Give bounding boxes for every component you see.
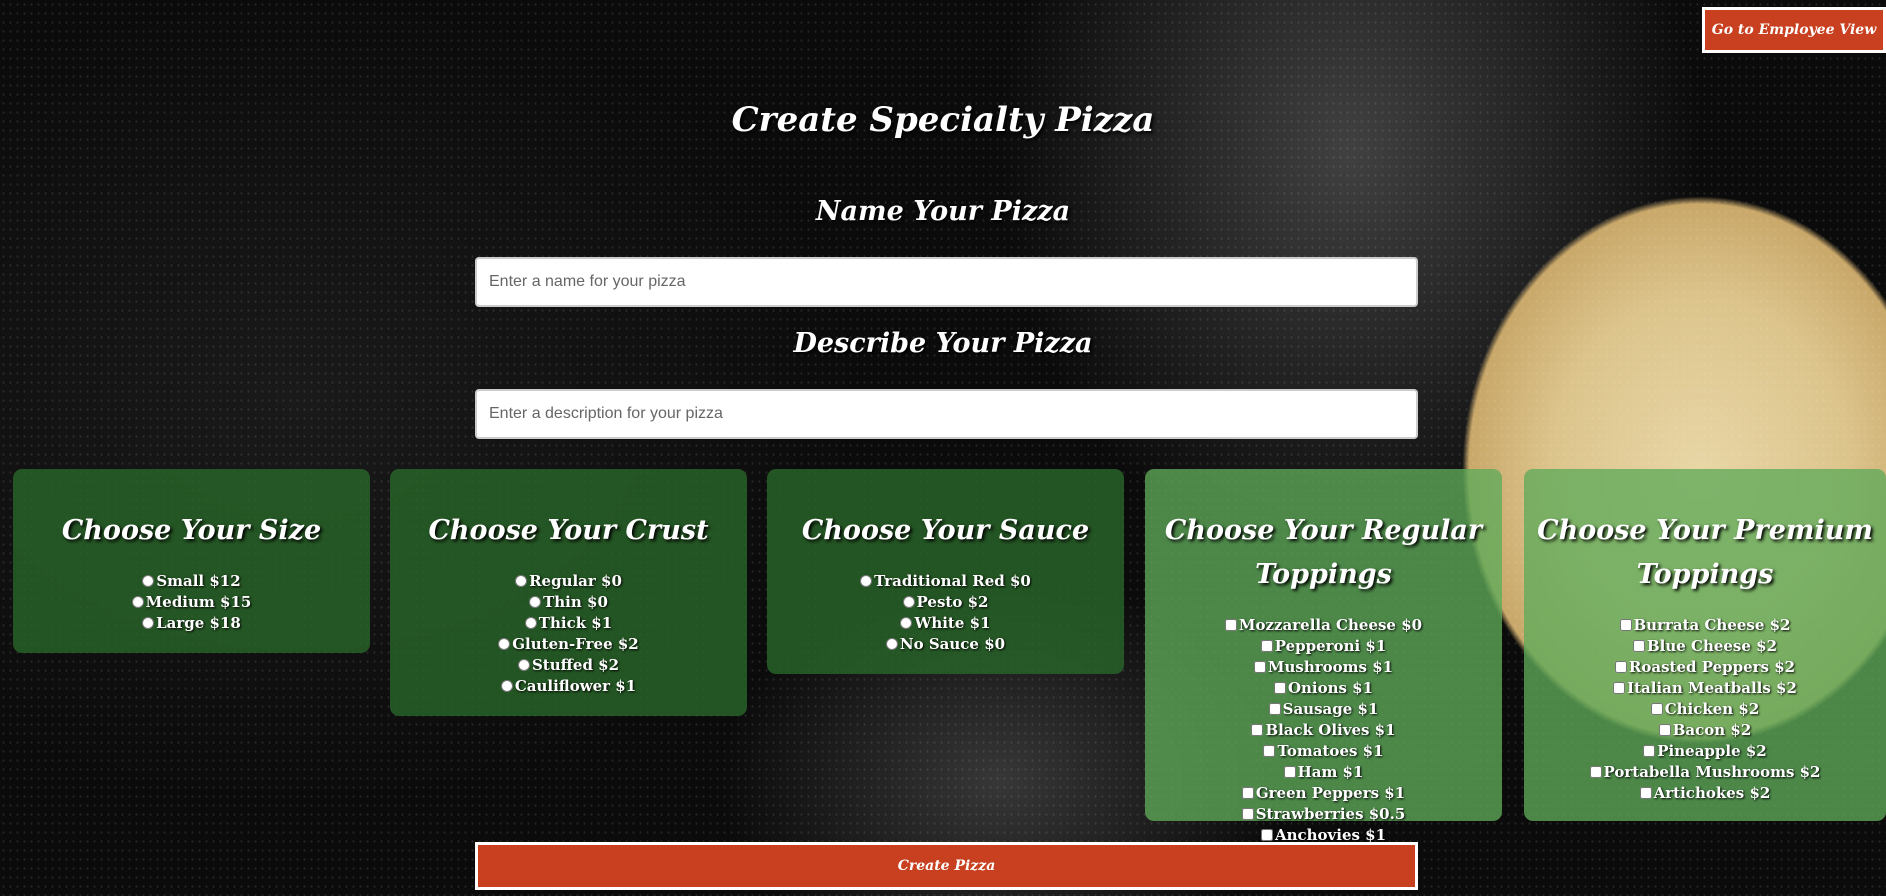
premium-topping-option[interactable]: Italian Meatballs $2 [1534,678,1876,699]
premium-toppings-title: Choose Your Premium Toppings [1537,515,1873,590]
regular-toppings-card: Choose Your Regular Toppings Mozzarella … [1145,469,1502,844]
premium-topping-option[interactable]: Artichokes $2 [1534,783,1876,804]
topping-checkbox[interactable] [1241,787,1254,799]
size-radio[interactable] [142,617,155,629]
size-radio[interactable] [131,596,144,608]
premium-topping-option[interactable]: Pineapple $2 [1534,741,1876,762]
sauce-card: Choose Your Sauce Traditional Red $0 Pes… [767,469,1124,674]
create-pizza-button[interactable]: Create Pizza [475,842,1418,890]
topping-checkbox[interactable] [1650,703,1663,715]
sauce-option[interactable]: Pesto $2 [777,592,1114,613]
size-option[interactable]: Large $18 [23,613,360,634]
topping-checkbox[interactable] [1658,724,1671,736]
topping-checkbox[interactable] [1643,745,1656,757]
crust-title: Choose Your Crust [428,515,709,546]
page-title: Create Specialty Pizza [731,100,1155,140]
premium-topping-option[interactable]: Portabella Mushrooms $2 [1534,762,1876,783]
premium-toppings-card: Choose Your Premium Toppings Burrata Che… [1524,469,1886,821]
sauce-radio[interactable] [900,617,913,629]
crust-option[interactable]: Thin $0 [400,592,737,613]
regular-topping-option[interactable]: Onions $1 [1155,678,1492,699]
regular-topping-option[interactable]: Sausage $1 [1155,699,1492,720]
regular-toppings-title: Choose Your Regular Toppings [1164,515,1483,590]
size-option[interactable]: Medium $15 [23,592,360,613]
crust-radio[interactable] [529,596,542,608]
crust-option[interactable]: Cauliflower $1 [400,676,737,697]
pizza-name-input[interactable] [475,257,1418,307]
topping-checkbox[interactable] [1639,787,1652,799]
size-radio[interactable] [142,575,155,587]
name-label: Name Your Pizza [815,196,1071,227]
crust-card: Choose Your Crust Regular $0 Thin $0 Thi… [390,469,747,716]
topping-checkbox[interactable] [1619,619,1632,631]
topping-checkbox[interactable] [1241,808,1254,820]
topping-checkbox[interactable] [1253,661,1266,673]
regular-topping-option[interactable]: Mushrooms $1 [1155,657,1492,678]
sauce-option[interactable]: White $1 [777,613,1114,634]
sauce-radio[interactable] [860,575,873,587]
topping-checkbox[interactable] [1251,724,1264,736]
topping-checkbox[interactable] [1613,682,1626,694]
premium-topping-option[interactable]: Burrata Cheese $2 [1534,615,1876,636]
sauce-title: Choose Your Sauce [801,515,1090,546]
topping-checkbox[interactable] [1260,829,1273,841]
regular-topping-option[interactable]: Tomatoes $1 [1155,741,1492,762]
sauce-radio[interactable] [902,596,915,608]
crust-radio[interactable] [517,659,530,671]
topping-checkbox[interactable] [1224,619,1237,631]
crust-radio[interactable] [500,680,513,692]
employee-view-button[interactable]: Go to Employee View [1702,7,1886,53]
topping-checkbox[interactable] [1273,682,1286,694]
regular-topping-option[interactable]: Green Peppers $1 [1155,783,1492,804]
topping-checkbox[interactable] [1589,766,1602,778]
size-card: Choose Your Size Small $12 Medium $15 La… [13,469,370,653]
sauce-option[interactable]: No Sauce $0 [777,634,1114,655]
topping-checkbox[interactable] [1260,640,1273,652]
crust-option[interactable]: Thick $1 [400,613,737,634]
topping-checkbox[interactable] [1268,703,1281,715]
crust-radio[interactable] [524,617,537,629]
pizza-description-input[interactable] [475,389,1418,439]
regular-topping-option[interactable]: Black Olives $1 [1155,720,1492,741]
sauce-option[interactable]: Traditional Red $0 [777,571,1114,592]
regular-topping-option[interactable]: Ham $1 [1155,762,1492,783]
topping-checkbox[interactable] [1632,640,1645,652]
premium-topping-option[interactable]: Bacon $2 [1534,720,1876,741]
topping-checkbox[interactable] [1614,661,1627,673]
size-title: Choose Your Size [61,515,322,546]
crust-option[interactable]: Gluten-Free $2 [400,634,737,655]
crust-radio[interactable] [515,575,528,587]
topping-checkbox[interactable] [1283,766,1296,778]
regular-topping-option[interactable]: Pepperoni $1 [1155,636,1492,657]
size-option[interactable]: Small $12 [23,571,360,592]
crust-option[interactable]: Stuffed $2 [400,655,737,676]
topping-checkbox[interactable] [1263,745,1276,757]
regular-topping-option[interactable]: Mozzarella Cheese $0 [1155,615,1492,636]
premium-topping-option[interactable]: Roasted Peppers $2 [1534,657,1876,678]
crust-option[interactable]: Regular $0 [400,571,737,592]
premium-topping-option[interactable]: Blue Cheese $2 [1534,636,1876,657]
crust-radio[interactable] [498,638,511,650]
premium-topping-option[interactable]: Chicken $2 [1534,699,1876,720]
sauce-radio[interactable] [885,638,898,650]
description-label: Describe Your Pizza [793,328,1093,359]
regular-topping-option[interactable]: Strawberries $0.5 [1155,804,1492,825]
